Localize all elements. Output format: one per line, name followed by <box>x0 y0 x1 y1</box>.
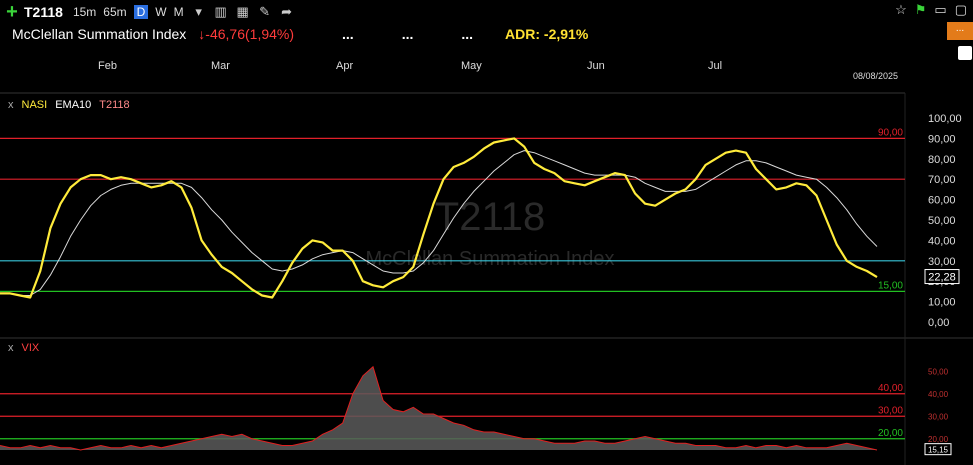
vix-area <box>0 366 877 450</box>
vix-level-label: 30,00 <box>878 405 903 416</box>
level-label: 90,00 <box>878 127 903 138</box>
y-tick-label: 90,00 <box>928 133 956 145</box>
y-tick-label: 30,00 <box>928 256 956 268</box>
y-tick-label: 100,00 <box>928 113 962 125</box>
y-tick-label: 70,00 <box>928 174 956 186</box>
vix-tick-label: 30,00 <box>928 412 949 421</box>
vix-tick-label: 50,00 <box>928 367 949 376</box>
y-tick-label: 60,00 <box>928 195 956 207</box>
y-tick-label: 10,00 <box>928 297 956 309</box>
y-tick-label: 50,00 <box>928 215 956 227</box>
vix-tick-label: 40,00 <box>928 390 949 399</box>
y-tick-label: 0,00 <box>928 317 949 329</box>
watermark-title: T2118 <box>435 195 545 239</box>
vix-tick-label: 20,00 <box>928 435 949 444</box>
chart-canvas[interactable]: T2118 McClellan Summation Index 90,00 15,00… <box>0 0 973 465</box>
vix-current-label: 15,15 <box>928 446 949 455</box>
level-label: 15,00 <box>878 280 903 291</box>
vix-level-label: 40,00 <box>878 383 903 394</box>
vix-level-label: 20,00 <box>878 428 903 439</box>
watermark-subtitle: McClellan Summation Index <box>366 248 615 270</box>
current-value-label: 22,28 <box>928 272 956 284</box>
y-tick-label: 80,00 <box>928 154 956 166</box>
y-tick-label: 40,00 <box>928 235 956 247</box>
